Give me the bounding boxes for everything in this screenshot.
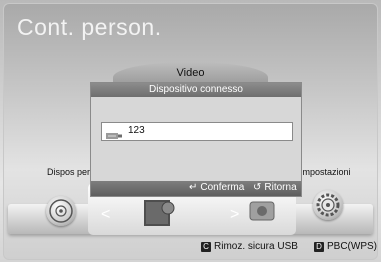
safe-remove-usb-label: Rimoz. sicura USB: [214, 241, 298, 252]
usb-drive-icon: [106, 127, 122, 139]
pbc-wps-button[interactable]: D PBC(WPS): [314, 241, 377, 252]
arrow-left-icon[interactable]: <: [101, 206, 110, 224]
return-button[interactable]: ↺ Ritorna: [253, 182, 297, 193]
arrow-right-icon[interactable]: >: [230, 206, 239, 224]
connected-device-dialog: Dispositivo connesso 123 ↵ Conferma ↺ Ri…: [90, 82, 302, 197]
menu-item-right-label[interactable]: Impostazioni: [300, 167, 351, 177]
dialog-footer: ↵ Conferma ↺ Ritorna: [91, 181, 301, 196]
gear-icon[interactable]: [313, 190, 343, 220]
confirm-label: Conferma: [200, 182, 245, 193]
video-tab-label: Video: [176, 67, 205, 79]
menu-item-left-label[interactable]: Dispos per: [47, 167, 90, 177]
enter-icon: ↵: [189, 182, 198, 193]
device-name: 123: [128, 125, 145, 136]
return-label: Ritorna: [264, 182, 297, 193]
disc-device-icon[interactable]: [46, 196, 76, 226]
safe-remove-usb-button[interactable]: C Rimoz. sicura USB: [201, 241, 298, 252]
bottom-bar: C Rimoz. sicura USB D PBC(WPS): [0, 238, 381, 262]
screen-title: Cont. person.: [17, 14, 162, 40]
dialog-body: 123: [91, 97, 301, 183]
dialog-title: Dispositivo connesso: [91, 83, 301, 97]
device-list-item[interactable]: 123: [101, 122, 293, 141]
pbc-wps-label: PBC(WPS): [327, 241, 377, 252]
confirm-button[interactable]: ↵ Conferma: [189, 182, 244, 193]
screen: Cont. person. Dispos per < > Impostazion…: [0, 0, 381, 262]
key-c-icon: C: [201, 241, 211, 252]
photo-icon[interactable]: [247, 196, 277, 226]
key-d-icon: D: [314, 241, 324, 252]
return-icon: ↺: [253, 182, 262, 193]
